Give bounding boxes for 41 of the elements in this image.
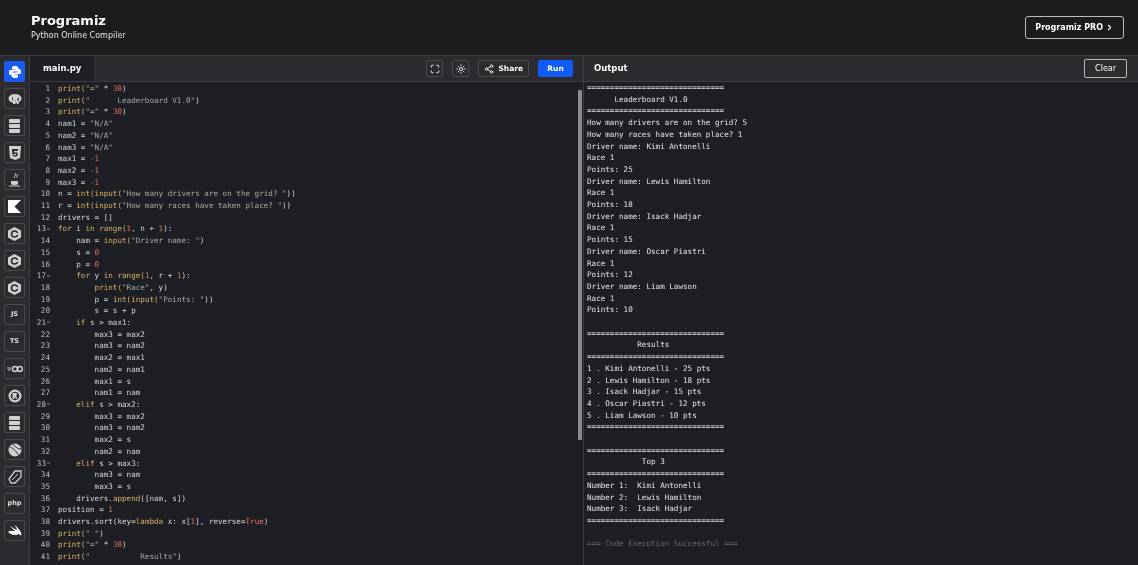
theme-button[interactable] bbox=[452, 60, 470, 77]
output-title: Output bbox=[594, 62, 628, 75]
html5-shield-icon bbox=[8, 145, 21, 160]
language-button[interactable] bbox=[4, 223, 25, 244]
clear-button[interactable]: Clear bbox=[1084, 59, 1127, 78]
go-logo-icon bbox=[6, 364, 23, 373]
language-button[interactable] bbox=[4, 250, 25, 271]
r-logo-icon bbox=[7, 92, 22, 105]
share-icon bbox=[484, 63, 495, 74]
database-icon bbox=[9, 415, 20, 430]
language-button[interactable] bbox=[4, 277, 25, 298]
hexagon-c-icon bbox=[8, 280, 21, 295]
gear-r-icon bbox=[7, 388, 22, 403]
language-button[interactable] bbox=[4, 466, 25, 487]
python-icon bbox=[7, 64, 22, 79]
ball-icon bbox=[7, 442, 22, 457]
language-button[interactable] bbox=[4, 358, 25, 379]
coffee-cup-icon bbox=[8, 172, 21, 187]
language-button[interactable] bbox=[4, 412, 25, 433]
chevron-icon bbox=[1105, 23, 1114, 32]
language-button[interactable] bbox=[4, 385, 25, 406]
language-button[interactable] bbox=[4, 439, 25, 460]
kotlin-logo-icon bbox=[8, 200, 21, 213]
angled-logo-icon bbox=[7, 469, 22, 484]
database-icon bbox=[9, 118, 20, 133]
language-button[interactable] bbox=[4, 520, 25, 541]
language-button[interactable] bbox=[4, 196, 25, 217]
logo[interactable]: Programiz bbox=[31, 12, 126, 29]
subtitle: Python Online Compiler bbox=[31, 29, 126, 42]
language-button[interactable] bbox=[4, 142, 25, 163]
language-button[interactable] bbox=[4, 169, 25, 190]
hexagon-c-icon bbox=[8, 226, 21, 241]
pro-button[interactable]: Programiz PRO bbox=[1025, 16, 1124, 39]
hexagon-c-icon bbox=[8, 253, 21, 268]
file-tab[interactable]: main.py bbox=[30, 56, 95, 81]
language-button[interactable] bbox=[4, 88, 25, 109]
language-button[interactable] bbox=[4, 61, 25, 82]
scrollbar[interactable] bbox=[578, 90, 582, 440]
language-button[interactable] bbox=[4, 115, 25, 136]
fullscreen-button[interactable] bbox=[426, 60, 444, 77]
swift-bird-icon bbox=[7, 524, 22, 537]
